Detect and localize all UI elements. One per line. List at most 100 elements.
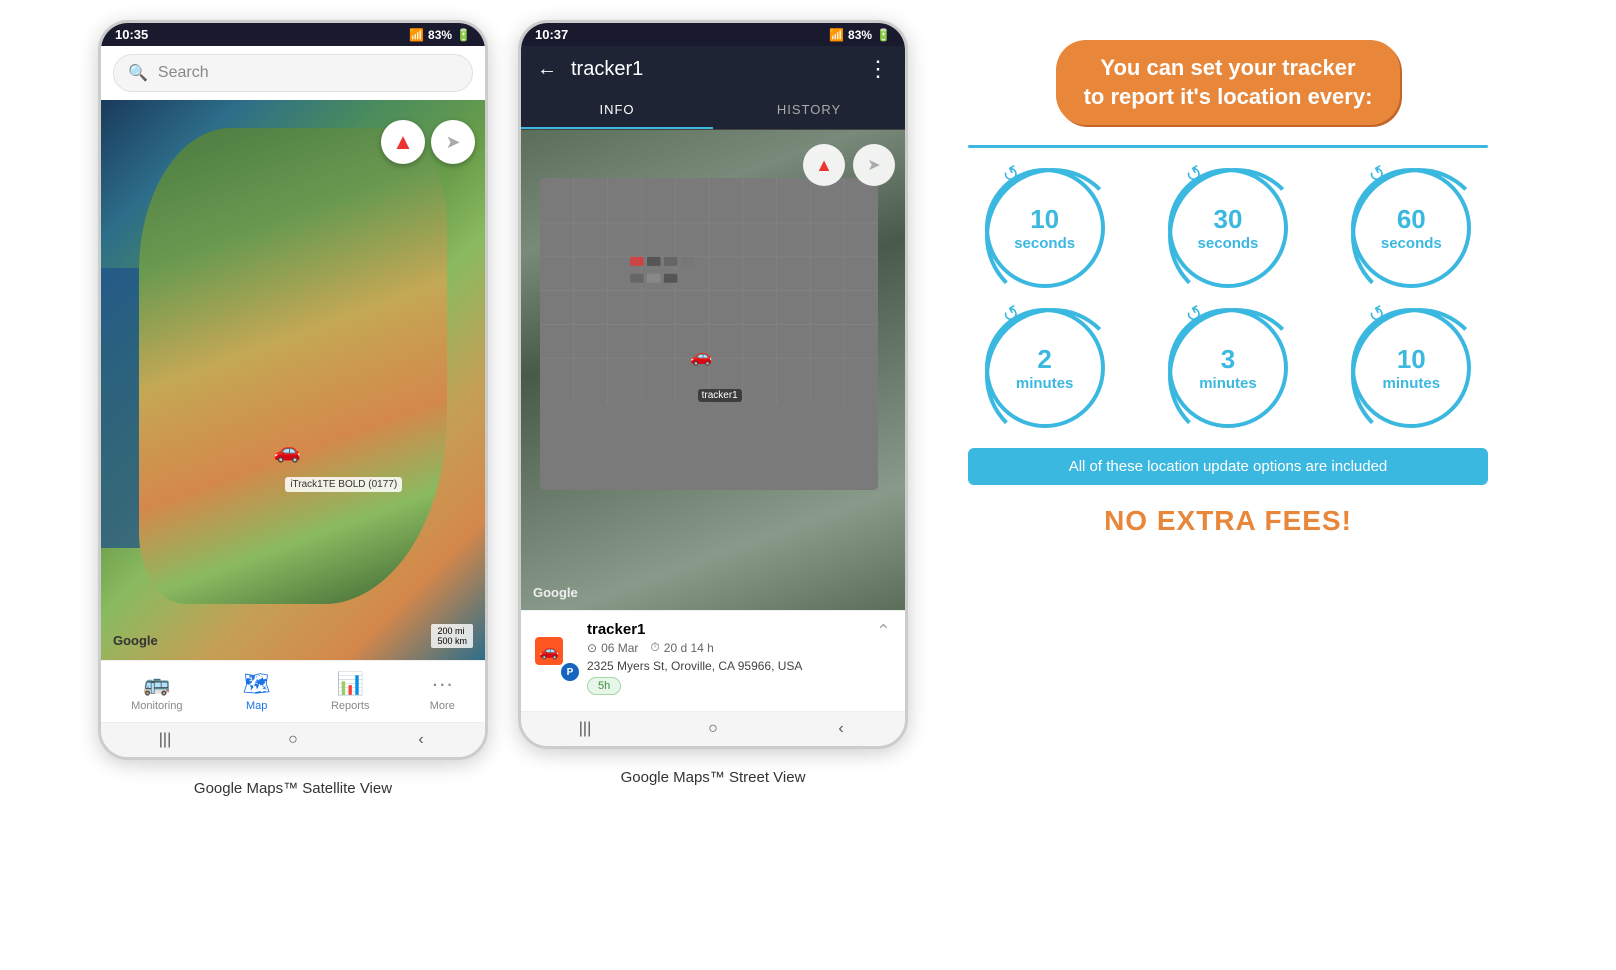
nav2-arrow: ➤ bbox=[867, 155, 880, 175]
start-icon: ⊙ bbox=[587, 641, 597, 655]
circle-60s-number: 60 bbox=[1381, 204, 1442, 235]
monitoring-icon: 🚌 bbox=[143, 671, 170, 697]
phone1-mockup: 10:35 📶 83% 🔋 🔍 Search ▲ ➤ bbox=[98, 20, 488, 760]
phone2-battery-icon: 🔋 bbox=[876, 28, 891, 42]
circle-ring-30s: ↺ 30 seconds bbox=[1168, 168, 1288, 288]
circle-ring-60s: ↺ 60 seconds bbox=[1351, 168, 1471, 288]
circle-arrow-2m: ↺ bbox=[998, 300, 1025, 330]
circle-ring-2m: ↺ 2 minutes bbox=[985, 308, 1105, 428]
nav-reports[interactable]: 📊 Reports bbox=[331, 671, 370, 712]
info-headline: You can set your tracker to report it's … bbox=[1056, 40, 1401, 125]
time-circle-10m: ↺ 10 minutes bbox=[1335, 308, 1488, 428]
p-badge: P bbox=[561, 663, 579, 681]
map1-google-logo: Google bbox=[113, 633, 158, 648]
circle-10m-unit: minutes bbox=[1383, 375, 1441, 393]
nav-map-label: Map bbox=[246, 700, 267, 712]
tab-info[interactable]: INFO bbox=[521, 92, 713, 129]
no-fee-banner: All of these location update options are… bbox=[968, 448, 1488, 485]
map1-tracker-label: iTrack1TE BOLD (0177) bbox=[285, 477, 402, 492]
circles-grid: ↺ 10 seconds ↺ 30 seconds ↺ 60 bbox=[968, 168, 1488, 428]
tracker-info-panel: ⌃ 🚗 P tracker1 ⊙ 06 Mar ⏱ 20 bbox=[521, 610, 905, 711]
phone1-bottom-nav: 🚌 Monitoring 🗺 Map 📊 Reports ··· More bbox=[101, 660, 485, 722]
gesture-back[interactable]: ‹ bbox=[401, 731, 441, 749]
back-button[interactable]: ← bbox=[537, 58, 557, 81]
gesture2-back[interactable]: ‹ bbox=[821, 720, 861, 738]
phone1-map[interactable]: ▲ ➤ 🚗 iTrack1TE BOLD (0177) Google 200 m… bbox=[101, 100, 485, 660]
tab-history[interactable]: HISTORY bbox=[713, 92, 905, 129]
map1-car-marker: 🚗 bbox=[274, 438, 301, 464]
compass2-arrow: ▲ bbox=[815, 155, 833, 176]
map2-google-logo: Google bbox=[533, 585, 578, 600]
panel-chevron-icon[interactable]: ⌃ bbox=[876, 621, 891, 642]
circle-2m-unit: minutes bbox=[1016, 375, 1074, 393]
phone2-header: ← tracker1 ⋮ bbox=[521, 46, 905, 92]
nav-more[interactable]: ··· More bbox=[430, 671, 455, 712]
phone2-status-bar: 10:37 📶 83% 🔋 bbox=[521, 23, 905, 46]
gesture2-menu[interactable]: ||| bbox=[565, 720, 605, 738]
map1-scale: 200 mi500 km bbox=[431, 624, 473, 648]
circle-2m-number: 2 bbox=[1016, 344, 1074, 375]
map2-nav[interactable]: ➤ bbox=[853, 144, 895, 186]
nav-arrow-icon: ➤ bbox=[445, 132, 460, 153]
gesture-home[interactable]: ○ bbox=[273, 731, 313, 749]
phone2-title: tracker1 bbox=[571, 58, 853, 81]
nav-monitoring[interactable]: 🚌 Monitoring bbox=[131, 671, 182, 712]
circle-ring-3m: ↺ 3 minutes bbox=[1168, 308, 1288, 428]
circle-10s-number: 10 bbox=[1014, 204, 1075, 235]
circle-arrow-60s: ↺ bbox=[1364, 160, 1391, 190]
circle-10m-number: 10 bbox=[1383, 344, 1441, 375]
map1-nav[interactable]: ➤ bbox=[431, 120, 475, 164]
phone1-header: 🔍 Search bbox=[101, 46, 485, 100]
circle-ring-10m: ↺ 10 minutes bbox=[1351, 308, 1471, 428]
phone1-battery: 83% bbox=[428, 28, 452, 42]
circle-30s-unit: seconds bbox=[1198, 235, 1259, 253]
circle-3m-number: 3 bbox=[1199, 344, 1257, 375]
phone2-tracker-label: tracker1 bbox=[698, 389, 742, 402]
phone2-gesture-bar: ||| ○ ‹ bbox=[521, 711, 905, 746]
nav-monitoring-label: Monitoring bbox=[131, 700, 182, 712]
search-bar[interactable]: 🔍 Search bbox=[113, 54, 473, 92]
reports-icon: 📊 bbox=[337, 671, 364, 697]
map1-compass[interactable]: ▲ bbox=[381, 120, 425, 164]
tracker-duration: ⏱ 20 d 14 h bbox=[650, 640, 713, 655]
circle-30s-number: 30 bbox=[1198, 204, 1259, 235]
search-icon: 🔍 bbox=[128, 63, 148, 83]
phone1-caption: Google Maps™ Satellite View bbox=[194, 768, 392, 801]
time-circle-10s: ↺ 10 seconds bbox=[968, 168, 1121, 288]
time-circle-2m: ↺ 2 minutes bbox=[968, 308, 1121, 428]
phone2-aerial-map[interactable]: 🚗 tracker1 ▲ ➤ Google bbox=[521, 130, 905, 610]
gesture2-home[interactable]: ○ bbox=[693, 720, 733, 738]
gesture-menu[interactable]: ||| bbox=[145, 731, 185, 749]
phone2-battery: 83% bbox=[848, 28, 872, 42]
tracker-time-badge: 5h bbox=[587, 677, 621, 695]
tracker-info-title: tracker1 bbox=[587, 621, 802, 638]
tracker-address: 2325 Myers St, Oroville, CA 95966, USA bbox=[587, 659, 802, 673]
circle-arrow-10s: ↺ bbox=[998, 160, 1025, 190]
clock-icon: ⏱ bbox=[650, 640, 659, 655]
phone2-mockup: 10:37 📶 83% 🔋 ← tracker1 ⋮ INFO HISTORY bbox=[518, 20, 908, 749]
phone1-status-bar: 10:35 📶 83% 🔋 bbox=[101, 23, 485, 46]
headline-text: You can set your tracker to report it's … bbox=[1084, 55, 1373, 109]
more-icon: ··· bbox=[431, 671, 453, 697]
time-circle-60s: ↺ 60 seconds bbox=[1335, 168, 1488, 288]
parking-lot bbox=[540, 178, 878, 490]
nav-more-label: More bbox=[430, 700, 455, 712]
map1-scale-text: 200 mi500 km bbox=[437, 626, 467, 646]
info-panel: You can set your tracker to report it's … bbox=[938, 20, 1518, 557]
nav-reports-label: Reports bbox=[331, 700, 370, 712]
tracker-date: ⊙ 06 Mar bbox=[587, 641, 638, 655]
phone2-more-button[interactable]: ⋮ bbox=[867, 56, 889, 82]
map-icon: 🗺 bbox=[243, 671, 271, 697]
phone1-time: 10:35 bbox=[115, 27, 148, 42]
info-divider bbox=[968, 145, 1488, 148]
no-extra-fees: NO EXTRA FEES! bbox=[1104, 505, 1352, 537]
search-placeholder: Search bbox=[158, 64, 209, 82]
map2-compass[interactable]: ▲ bbox=[803, 144, 845, 186]
no-fee-text: All of these location update options are… bbox=[1069, 458, 1388, 475]
circle-3m-unit: minutes bbox=[1199, 375, 1257, 393]
circle-60s-unit: seconds bbox=[1381, 235, 1442, 253]
nav-map[interactable]: 🗺 Map bbox=[243, 671, 271, 712]
time-circle-30s: ↺ 30 seconds bbox=[1151, 168, 1304, 288]
phone2-caption: Google Maps™ Street View bbox=[621, 757, 806, 790]
phone1-battery-icon: 🔋 bbox=[456, 28, 471, 42]
